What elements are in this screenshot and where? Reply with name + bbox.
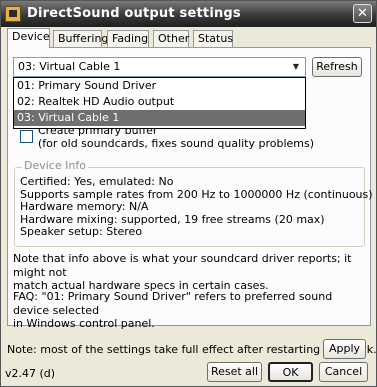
ok-button[interactable]: OK	[268, 362, 313, 382]
device-info-text: Certified: Yes, emulated: No Supports sa…	[20, 175, 373, 239]
driver-info-note-line1: Note that info above is what your soundc…	[13, 252, 352, 279]
device-info-line: Certified: Yes, emulated: No	[20, 175, 174, 188]
apply-button[interactable]: Apply	[323, 339, 366, 359]
window-title: DirectSound output settings	[27, 6, 241, 21]
tab-status[interactable]: Status	[193, 30, 233, 47]
device-option[interactable]: 02: Realtek HD Audio output	[14, 94, 305, 110]
faq-note-line1: FAQ: "01: Primary Sound Driver" refers t…	[13, 290, 333, 317]
device-option-selected[interactable]: 03: Virtual Cable 1	[14, 110, 305, 126]
tab-device[interactable]: Device	[7, 28, 50, 48]
device-dropdown-list: 01: Primary Sound Driver 02: Realtek HD …	[13, 77, 306, 129]
device-info-title: Device Info	[22, 159, 88, 173]
driver-info-note: Note that info above is what your soundc…	[13, 252, 368, 293]
title-bar[interactable]: DirectSound output settings ✕	[1, 1, 376, 27]
device-info-line: Speaker setup: Stereo	[20, 225, 143, 239]
version-label: v2.47 (d)	[5, 367, 56, 380]
faq-note-line2: in Windows control panel.	[13, 317, 155, 330]
create-primary-buffer-checkbox[interactable]	[20, 130, 33, 143]
tab-fading[interactable]: Fading	[107, 30, 149, 47]
device-select[interactable]: 03: Virtual Cable 1 ▼	[13, 57, 306, 77]
tab-other[interactable]: Other	[153, 30, 189, 47]
settings-window: DirectSound output settings ✕ Device Buf…	[0, 0, 377, 387]
device-info-line: Hardware memory: N/A	[20, 200, 149, 214]
create-primary-buffer-label-line2: (for old soundcards, fixes sound quality…	[38, 137, 315, 150]
reset-all-button[interactable]: Reset all	[207, 362, 262, 382]
app-icon	[5, 6, 21, 22]
cancel-button[interactable]: Cancel	[319, 362, 368, 382]
close-button[interactable]: ✕	[353, 4, 372, 23]
restart-playback-note: Note: most of the settings take full eff…	[7, 343, 377, 356]
faq-note: FAQ: "01: Primary Sound Driver" refers t…	[13, 290, 368, 331]
device-select-value: 03: Virtual Cable 1	[18, 60, 121, 73]
device-option[interactable]: 01: Primary Sound Driver	[14, 78, 305, 94]
tab-buffering[interactable]: Buffering	[53, 30, 108, 47]
refresh-button[interactable]: Refresh	[312, 57, 362, 77]
chevron-down-icon[interactable]: ▼	[288, 59, 304, 75]
